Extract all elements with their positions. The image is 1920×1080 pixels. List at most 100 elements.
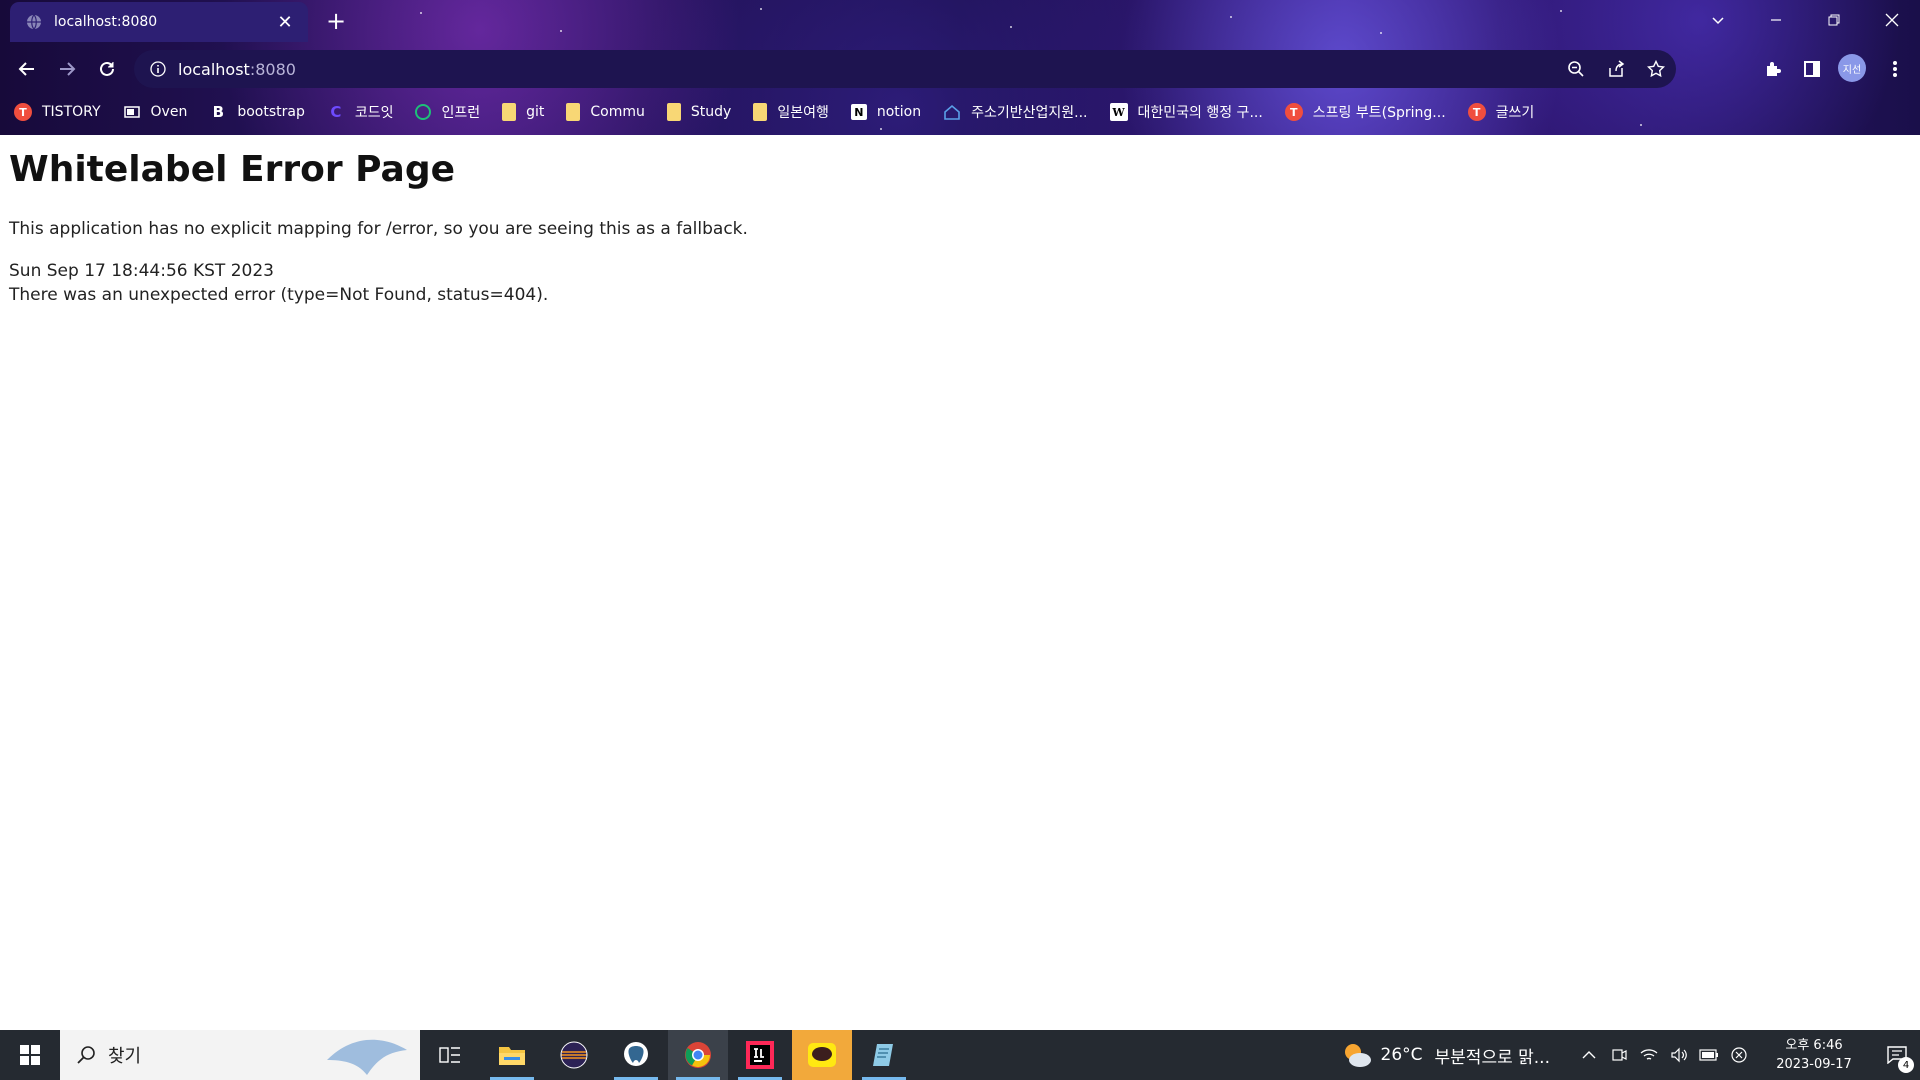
bookmark-item[interactable]: 인프런 (415, 102, 480, 122)
battery-icon[interactable] (1694, 1030, 1724, 1080)
info-icon[interactable] (150, 61, 166, 77)
show-hidden-icons-icon[interactable] (1574, 1030, 1604, 1080)
clock[interactable]: 오후 6:46 2023-09-17 (1764, 1036, 1864, 1074)
forward-icon[interactable] (50, 52, 84, 86)
bookmark-label: 일본여행 (777, 105, 829, 121)
bookmark-label: TISTORY (42, 104, 101, 120)
bookmark-label: notion (876, 104, 922, 120)
tistory-icon: T (14, 103, 32, 121)
bootstrap-icon: B (212, 103, 225, 121)
bookmark-folder[interactable]: Study (666, 103, 732, 121)
bookmark-star-icon[interactable] (1636, 50, 1676, 88)
task-view-icon (439, 1047, 460, 1063)
network-error-icon[interactable] (1724, 1030, 1754, 1080)
weather-widget[interactable]: 26°C 부분적으로 맑... (1341, 1041, 1550, 1069)
bookmark-label: 글쓰기 (1495, 105, 1535, 121)
close-tab-icon[interactable]: ✕ (274, 12, 296, 33)
bookmark-label: 코드잇 (354, 105, 394, 121)
juso-icon (943, 103, 961, 121)
bookmark-item[interactable]: 주소기반산업지원... (943, 102, 1088, 122)
bookmarks-bar: T TISTORY Oven B bootstrap C 코드잇 인프런 git… (0, 97, 1920, 127)
back-icon[interactable] (10, 52, 44, 86)
postgresql-icon (624, 1042, 648, 1066)
page-title: Whitelabel Error Page (9, 149, 456, 190)
search-icon (77, 1046, 95, 1064)
error-timestamp: Sun Sep 17 18:44:56 KST 2023 (9, 261, 274, 281)
bookmark-item[interactable]: Oven (123, 103, 188, 121)
bookmark-label: 인프런 (441, 105, 481, 121)
bookmark-folder[interactable]: Commu (566, 103, 645, 121)
error-detail: There was an unexpected error (type=Not … (9, 285, 549, 305)
taskbar: 찾기 26°C 부분적으로 맑... 오후 6:46 2023-09-17 4 (0, 1030, 1920, 1080)
restore-icon[interactable] (1806, 0, 1862, 40)
bookmark-item[interactable]: T TISTORY (14, 103, 101, 121)
page-content: Whitelabel Error Page This application h… (0, 135, 1920, 1030)
task-view-button[interactable] (420, 1030, 480, 1080)
bookmark-label: Study (690, 104, 732, 120)
url-host: localhost (178, 59, 250, 79)
manta-ray-icon (327, 1039, 407, 1075)
intellij-button[interactable] (730, 1030, 790, 1080)
bookmark-label: 주소기반산업지원... (971, 105, 1088, 121)
bookmark-label: git (526, 104, 545, 120)
tistory-icon: T (1467, 103, 1486, 121)
url-port: :8080 (249, 59, 296, 79)
codeit-icon: C (330, 103, 342, 121)
notification-badge: 4 (1898, 1057, 1914, 1073)
bookmark-item[interactable]: B bootstrap (209, 103, 305, 121)
browser-toolbar: localhost:8080 지선 (0, 45, 1920, 93)
folder-icon (566, 103, 581, 121)
share-icon[interactable] (1596, 50, 1636, 88)
file-explorer-icon (499, 1047, 525, 1065)
error-message: This application has no explicit mapping… (9, 219, 748, 239)
bookmark-folder[interactable]: git (502, 103, 544, 121)
postgresql-button[interactable] (606, 1030, 666, 1080)
file-explorer-button[interactable] (482, 1030, 542, 1080)
bookmark-label: 대한민국의 행정 구... (1137, 105, 1263, 121)
bookmark-folder[interactable]: 일본여행 (753, 102, 829, 122)
tab-title: localhost:8080 (54, 14, 158, 30)
bookmark-item[interactable]: T 글쓰기 (1467, 102, 1535, 122)
bookmark-item[interactable]: N notion (850, 104, 922, 120)
bookmark-item[interactable]: W 대한민국의 행정 구... (1109, 102, 1263, 122)
menu-kebab-icon[interactable] (1878, 52, 1912, 86)
bookmark-label: bootstrap (237, 104, 305, 120)
windows-icon (20, 1045, 40, 1065)
star-decoration (880, 128, 882, 130)
minimize-icon[interactable] (1748, 0, 1804, 40)
side-panel-icon[interactable] (1795, 52, 1829, 86)
volume-icon[interactable] (1664, 1030, 1694, 1080)
meet-now-icon[interactable] (1604, 1030, 1634, 1080)
kakaotalk-button[interactable] (792, 1030, 852, 1080)
eclipse-button[interactable] (544, 1030, 604, 1080)
notepad-icon (873, 1044, 893, 1066)
profile-avatar[interactable]: 지선 (1838, 54, 1866, 82)
notification-center[interactable]: 4 (1874, 1030, 1920, 1080)
new-tab-button[interactable]: + (322, 8, 350, 36)
chrome-icon (685, 1042, 711, 1068)
browser-chrome: localhost:8080 ✕ + localhost:8080 지선 T … (0, 0, 1920, 135)
tab-search-icon[interactable] (1690, 0, 1746, 40)
bookmark-item[interactable]: C 코드잇 (327, 102, 394, 122)
bookmark-label: Commu (590, 104, 645, 120)
close-window-icon[interactable] (1864, 0, 1920, 40)
tab-localhost[interactable]: localhost:8080 ✕ (10, 2, 308, 42)
taskbar-search[interactable]: 찾기 (60, 1030, 420, 1080)
address-bar[interactable]: localhost:8080 (134, 50, 1676, 88)
inflearn-icon (415, 104, 432, 120)
bookmark-label: Oven (150, 104, 188, 120)
tab-strip: localhost:8080 ✕ + (0, 0, 1920, 42)
reload-icon[interactable] (90, 52, 124, 86)
folder-icon (753, 103, 768, 121)
notepad-button[interactable] (854, 1030, 914, 1080)
address-bar-actions (1556, 50, 1676, 88)
extensions-icon[interactable] (1756, 52, 1790, 86)
search-placeholder: 찾기 (108, 1046, 142, 1067)
oven-icon (123, 103, 141, 121)
wifi-icon[interactable] (1634, 1030, 1664, 1080)
chrome-button[interactable] (668, 1030, 728, 1080)
start-button[interactable] (0, 1030, 60, 1080)
system-tray: 26°C 부분적으로 맑... 오후 6:46 2023-09-17 4 (1341, 1030, 1920, 1080)
bookmark-item[interactable]: T 스프링 부트(Spring... (1284, 102, 1446, 122)
zoom-icon[interactable] (1556, 50, 1596, 88)
